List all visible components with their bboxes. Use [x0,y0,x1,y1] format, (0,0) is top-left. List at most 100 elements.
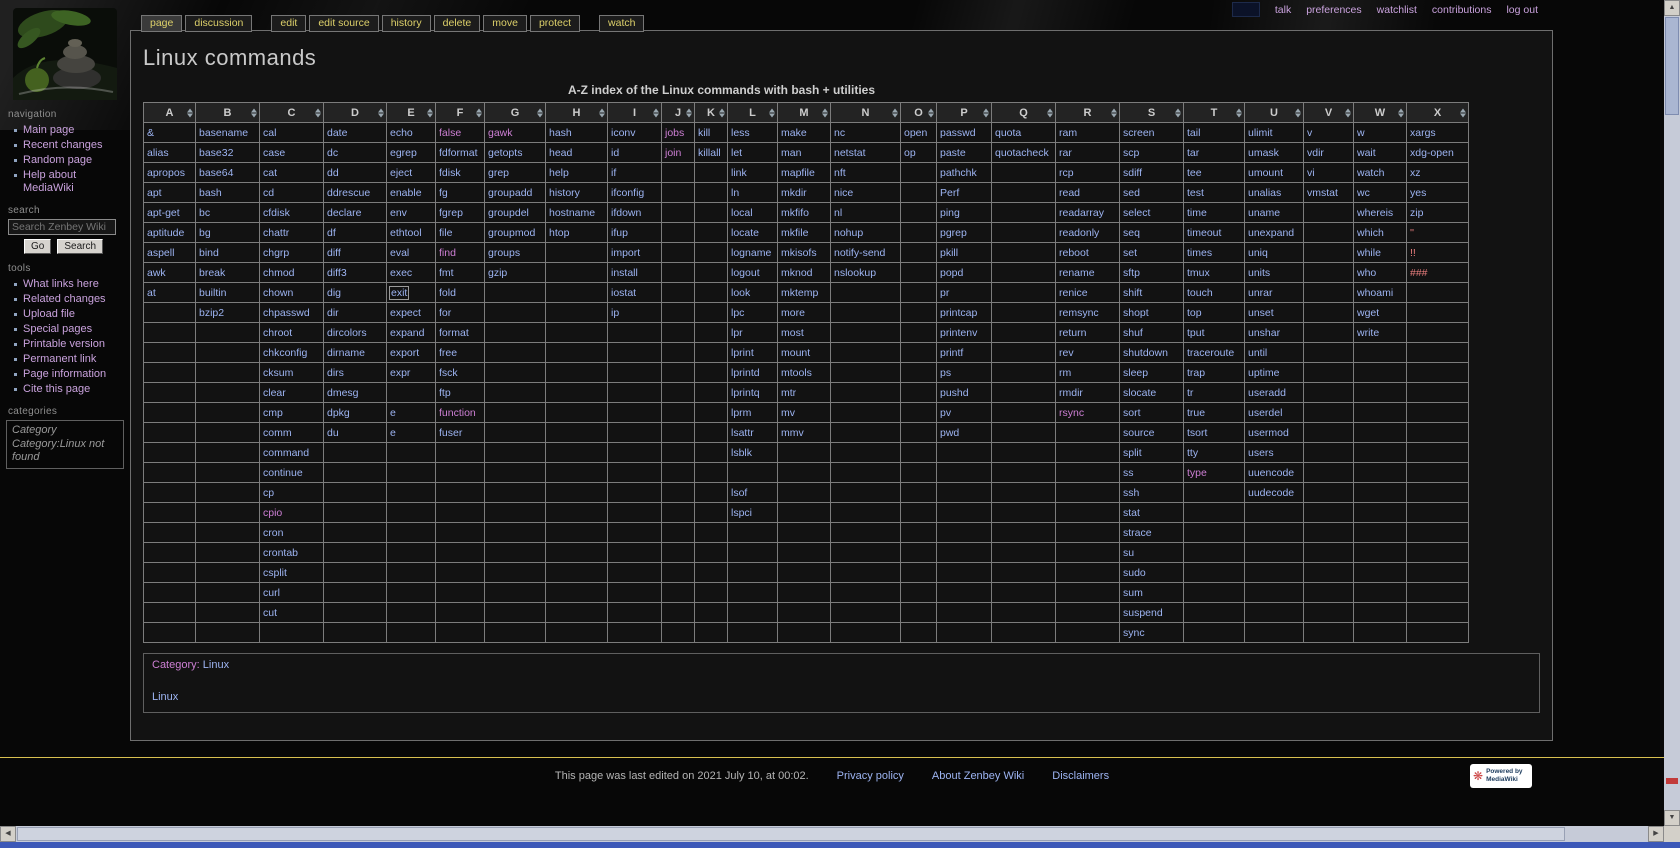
command-link[interactable]: return [1059,327,1086,339]
command-link[interactable]: e [390,407,396,419]
sidebar-item-related-changes[interactable]: Related changes [14,292,119,307]
sort-icon[interactable] [928,108,934,117]
column-header-m[interactable]: M [778,103,831,123]
command-link[interactable]: fdformat [439,147,478,159]
command-link[interactable]: printf [940,347,963,359]
command-link[interactable]: ifconfig [611,187,644,199]
command-link[interactable]: case [263,147,285,159]
command-link[interactable]: lprint [731,347,754,359]
command-link[interactable]: notify-send [834,247,885,259]
command-link[interactable]: function [439,407,476,419]
command-link[interactable]: whoami [1357,287,1393,299]
tab-edit[interactable]: edit [271,15,306,32]
command-link[interactable]: nc [834,127,845,139]
command-link[interactable]: groupadd [488,187,532,199]
vertical-scroll-thumb[interactable] [1665,17,1679,115]
sidebar-item-upload-file[interactable]: Upload file [14,307,119,322]
command-link[interactable]: mkfile [781,227,808,239]
column-header-s[interactable]: S [1120,103,1184,123]
command-link[interactable]: xdg-open [1410,147,1454,159]
command-link[interactable]: pv [940,407,951,419]
command-link[interactable]: traceroute [1187,347,1234,359]
command-link[interactable]: screen [1123,127,1155,139]
category-link-bottom[interactable]: Linux [152,691,178,703]
sort-icon[interactable] [378,108,384,117]
column-header-c[interactable]: C [260,103,324,123]
command-link[interactable]: let [731,147,742,159]
command-link[interactable]: trap [1187,367,1205,379]
footer-link-about-zenbey-wiki[interactable]: About Zenbey Wiki [932,770,1024,782]
command-link[interactable]: dmesg [327,387,359,399]
sidebar-item-what-links-here[interactable]: What links here [14,277,119,292]
command-link[interactable]: awk [147,267,166,279]
scroll-right-icon[interactable]: ▶ [1648,826,1664,842]
command-link[interactable]: grep [488,167,509,179]
command-link[interactable]: bash [199,187,222,199]
command-link[interactable]: type [1187,467,1207,479]
command-link[interactable]: command [263,447,309,459]
command-link[interactable]: exit [390,287,408,299]
command-link[interactable]: wc [1357,187,1370,199]
command-link[interactable]: passwd [940,127,976,139]
command-link[interactable]: paste [940,147,966,159]
command-link[interactable]: help [549,167,569,179]
command-link[interactable]: pathchk [940,167,977,179]
command-link[interactable]: !! [1410,247,1416,259]
command-link[interactable]: echo [390,127,413,139]
command-link[interactable]: env [390,207,407,219]
column-header-i[interactable]: I [608,103,662,123]
command-link[interactable]: popd [940,267,963,279]
sort-icon[interactable] [537,108,543,117]
command-link[interactable]: rcp [1059,167,1074,179]
command-link[interactable]: date [327,127,347,139]
command-link[interactable]: apropos [147,167,185,179]
column-header-o[interactable]: O [901,103,937,123]
command-link[interactable]: printenv [940,327,977,339]
sidebar-item-page-information[interactable]: Page information [14,367,119,382]
command-link[interactable]: read [1059,187,1080,199]
command-link[interactable]: cd [263,187,274,199]
command-link[interactable]: ss [1123,467,1134,479]
command-link[interactable]: curl [263,587,280,599]
command-link[interactable]: eject [390,167,412,179]
scroll-up-icon[interactable]: ▲ [1664,0,1680,16]
command-link[interactable]: groups [488,247,520,259]
command-link[interactable]: '' [1410,227,1414,239]
column-header-r[interactable]: R [1056,103,1120,123]
command-link[interactable]: nslookup [834,267,876,279]
command-link[interactable]: sync [1123,627,1145,639]
command-link[interactable]: nl [834,207,842,219]
command-link[interactable]: userdel [1248,407,1282,419]
command-link[interactable]: quotacheck [995,147,1049,159]
command-link[interactable]: chroot [263,327,292,339]
horizontal-scrollbar[interactable]: ◀ ▶ [0,826,1664,842]
command-link[interactable]: format [439,327,469,339]
command-link[interactable]: hostname [549,207,595,219]
command-link[interactable]: dirname [327,347,365,359]
column-header-j[interactable]: J [662,103,695,123]
column-header-x[interactable]: X [1407,103,1469,123]
vertical-scrollbar[interactable]: ▲ ▼ [1664,0,1680,826]
command-link[interactable]: more [781,307,805,319]
command-link[interactable]: shuf [1123,327,1143,339]
command-link[interactable]: sleep [1123,367,1148,379]
sort-icon[interactable] [251,108,257,117]
command-link[interactable]: pr [940,287,949,299]
command-link[interactable]: source [1123,427,1155,439]
sort-icon[interactable] [686,108,692,117]
command-link[interactable]: tsort [1187,427,1207,439]
command-link[interactable]: strace [1123,527,1152,539]
command-link[interactable]: fg [439,187,448,199]
horizontal-scroll-thumb[interactable] [17,827,1565,841]
command-link[interactable]: if [611,167,616,179]
command-link[interactable]: mmv [781,427,804,439]
command-link[interactable]: df [327,227,336,239]
command-link[interactable]: vi [1307,167,1315,179]
command-link[interactable]: lsblk [731,447,752,459]
command-link[interactable]: test [1187,187,1204,199]
command-link[interactable]: at [147,287,156,299]
tab-page[interactable]: page [141,15,182,32]
command-link[interactable]: csplit [263,567,287,579]
command-link[interactable]: pgrep [940,227,967,239]
command-link[interactable]: locate [731,227,759,239]
